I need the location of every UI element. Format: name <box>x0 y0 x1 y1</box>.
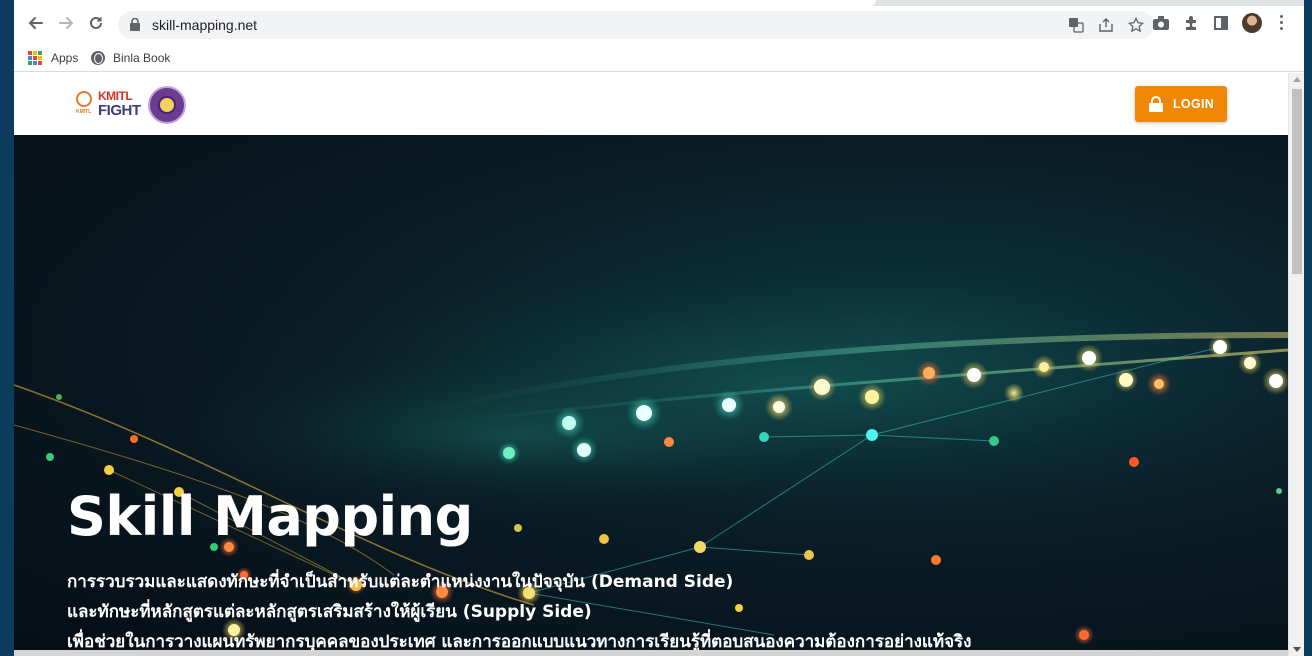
hero-banner: Skill Mapping การรวบรวมและแสดงทักษะที่จำ… <box>14 135 1288 656</box>
kmitl-fight-logo[interactable]: KMITL KMITL FIGHT <box>76 89 142 123</box>
padlock-icon <box>1149 96 1163 112</box>
site-header: KMITL KMITL FIGHT LOGIN <box>14 73 1288 135</box>
hero-description-line-2: และทักษะที่หลักสูตรแต่ละหลักสูตรเสริมสร้… <box>67 602 592 622</box>
bookmarks-bar: Apps Binla Book <box>14 44 1304 72</box>
active-tab[interactable] <box>14 0 876 6</box>
lock-icon[interactable] <box>130 17 140 36</box>
camera-icon[interactable] <box>1152 14 1170 32</box>
scrollbar-thumb[interactable] <box>1292 89 1302 274</box>
back-icon[interactable] <box>26 13 46 33</box>
bookmark-label: Apps <box>51 51 79 65</box>
kmitl-emblem-icon <box>76 91 92 107</box>
forward-icon[interactable] <box>56 13 76 33</box>
profile-avatar[interactable] <box>1242 13 1262 33</box>
logo-line2: FIGHT <box>98 102 141 119</box>
apps-grid-icon <box>28 51 42 65</box>
bookmark-star-icon[interactable] <box>1128 17 1144 33</box>
logo-line1: KMITL <box>98 89 133 103</box>
bookmark-binla-book[interactable]: Binla Book <box>91 48 170 68</box>
scroll-up-icon[interactable] <box>1293 77 1301 82</box>
page-viewport: KMITL KMITL FIGHT LOGIN Skill Mapping กา… <box>14 73 1288 656</box>
university-seal-logo[interactable] <box>148 86 186 124</box>
vertical-scrollbar[interactable] <box>1288 73 1304 656</box>
browser-toolbar: skill-mapping.net <box>14 0 1304 44</box>
share-icon[interactable] <box>1098 17 1114 33</box>
browser-window: skill-mapping.net Apps Binla Book KMITL … <box>14 0 1304 656</box>
scroll-down-icon[interactable] <box>1293 647 1301 652</box>
translate-icon[interactable] <box>1068 17 1084 33</box>
bookmark-apps[interactable]: Apps <box>28 48 78 68</box>
login-button[interactable]: LOGIN <box>1135 86 1227 122</box>
login-label: LOGIN <box>1173 97 1215 111</box>
menu-kebab-icon[interactable] <box>1278 15 1284 31</box>
side-panel-icon[interactable] <box>1212 14 1230 32</box>
seal-emblem-icon <box>158 96 176 114</box>
url-text[interactable]: skill-mapping.net <box>152 17 257 33</box>
tab-strip <box>14 0 1304 6</box>
hero-title: Skill Mapping <box>67 485 473 548</box>
reload-icon[interactable] <box>86 13 106 33</box>
hero-description-line-1: การรวบรวมและแสดงทักษะที่จำเป็นสำหรับแต่ล… <box>67 572 734 592</box>
bookmark-label: Binla Book <box>113 51 171 65</box>
logo-small-text: KMITL <box>76 109 92 115</box>
horizontal-scrollbar[interactable] <box>14 650 1288 656</box>
globe-icon <box>91 51 105 65</box>
extensions-icon[interactable] <box>1182 14 1200 32</box>
address-bar[interactable]: skill-mapping.net <box>118 11 1154 39</box>
